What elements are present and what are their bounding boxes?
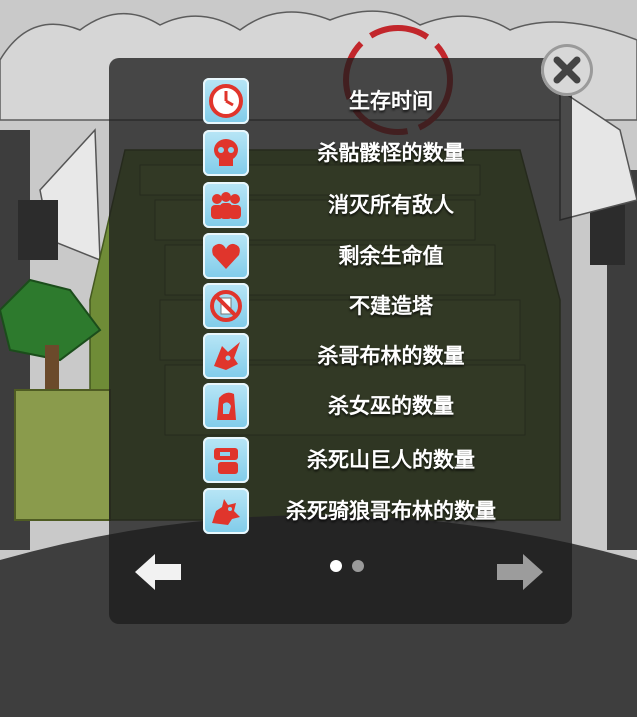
next-page-button[interactable]: [495, 552, 545, 592]
heart-icon: [203, 233, 249, 279]
criteria-row-remaining-health[interactable]: 剩余生命值: [203, 233, 533, 279]
close-icon: [553, 56, 581, 84]
criteria-row-mountain-giant-kills[interactable]: 杀死山巨人的数量: [203, 437, 533, 483]
clock-icon: [203, 78, 249, 124]
criteria-row-wolf-rider-kills[interactable]: 杀死骑狼哥布林的数量: [203, 488, 533, 534]
page-dot-1-active[interactable]: [330, 560, 342, 572]
criteria-label: 杀女巫的数量: [328, 394, 454, 418]
criteria-label: 消灭所有敌人: [328, 193, 454, 217]
no-tower-icon: [203, 283, 249, 329]
group-icon: [203, 182, 249, 228]
criteria-label: 不建造塔: [349, 294, 433, 318]
criteria-row-goblin-kills[interactable]: 杀哥布林的数量: [203, 333, 533, 379]
criteria-label: 杀死骑狼哥布林的数量: [286, 499, 496, 523]
criteria-row-witch-kills[interactable]: 杀女巫的数量: [203, 383, 533, 429]
criteria-label: 杀死山巨人的数量: [307, 448, 475, 472]
witch-icon: [203, 383, 249, 429]
close-button[interactable]: [541, 44, 593, 96]
criteria-row-survival-time[interactable]: 生存时间: [203, 78, 533, 124]
prev-page-button[interactable]: [133, 552, 183, 592]
criteria-row-no-towers[interactable]: 不建造塔: [203, 283, 533, 329]
skull-icon: [203, 130, 249, 176]
criteria-row-kill-all[interactable]: 消灭所有敌人: [203, 182, 533, 228]
criteria-label: 剩余生命值: [338, 244, 444, 268]
goblin-icon: [203, 333, 249, 379]
criteria-label: 杀骷髅怪的数量: [317, 141, 465, 165]
wolf-rider-icon: [203, 488, 249, 534]
giant-icon: [203, 437, 249, 483]
criteria-label: 杀哥布林的数量: [317, 344, 465, 368]
arrow-left-icon: [135, 554, 181, 590]
page-dot-2[interactable]: [352, 560, 364, 572]
criteria-row-skeleton-kills[interactable]: 杀骷髅怪的数量: [203, 130, 533, 176]
criteria-label: 生存时间: [349, 89, 433, 113]
arrow-right-icon: [497, 554, 543, 590]
